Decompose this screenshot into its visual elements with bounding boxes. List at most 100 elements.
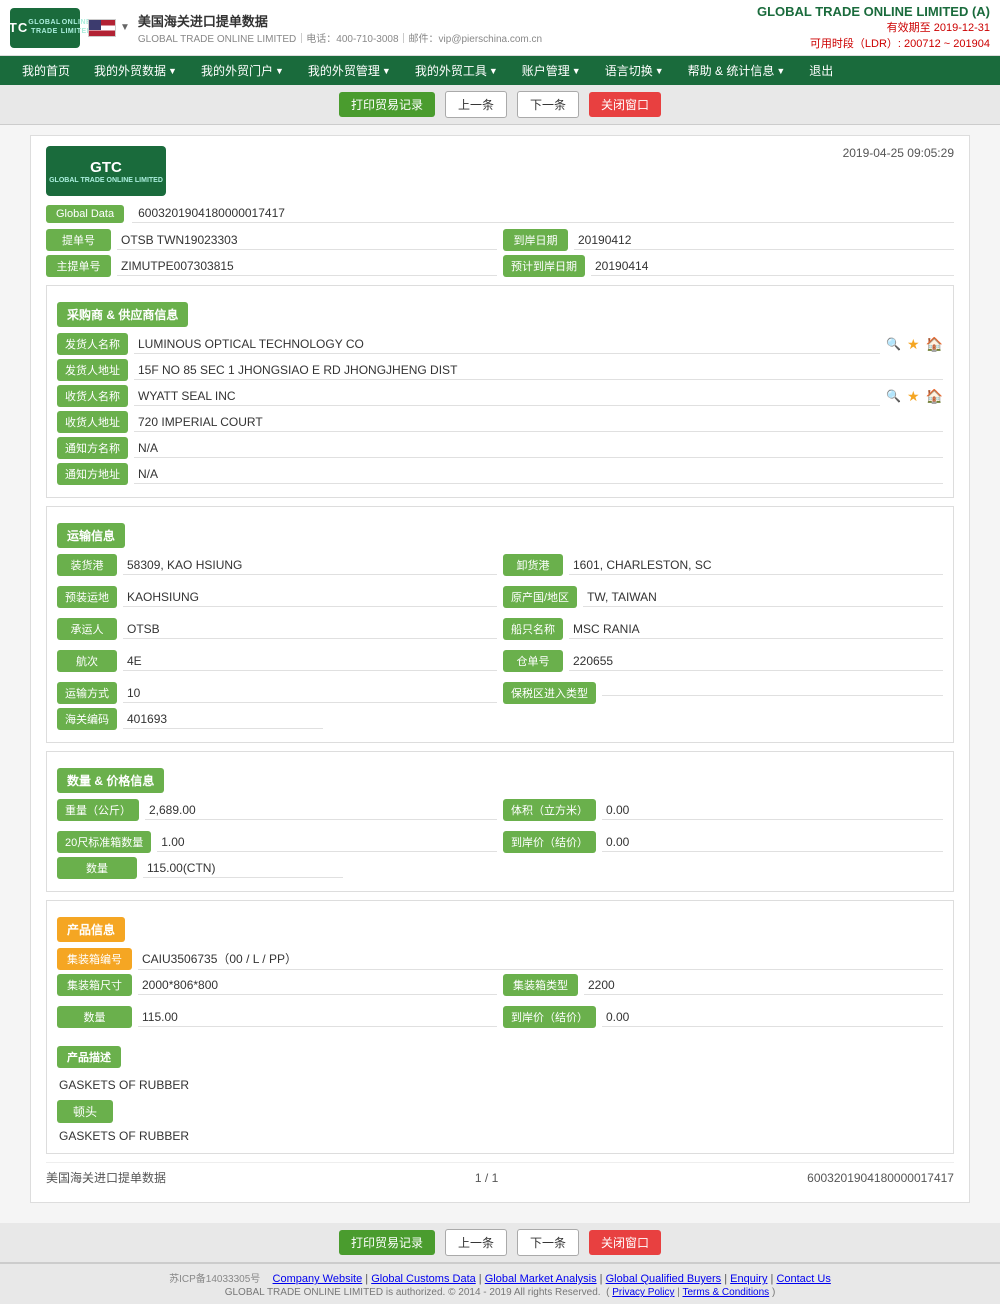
volume-row: 体积（立方米） 0.00 xyxy=(503,799,943,821)
consignee-home-icon[interactable]: 🏠 xyxy=(926,388,943,405)
segment-button[interactable]: 顿头 xyxy=(57,1100,113,1123)
transport-type-label: 运输方式 xyxy=(57,682,117,704)
flag-area: ▼ xyxy=(88,19,130,37)
footer-link-customs[interactable]: Global Customs Data xyxy=(371,1273,476,1285)
pre-loading-row: 预装运地 KAOHSIUNG xyxy=(57,586,497,608)
bonded-value xyxy=(602,691,943,696)
close-button[interactable]: 关闭窗口 xyxy=(589,92,661,117)
footer-link-company[interactable]: Company Website xyxy=(273,1273,363,1285)
card-header: GTC GLOBAL TRADE ONLINE LIMITED 2019-04-… xyxy=(46,146,954,196)
footer-link-enquiry[interactable]: Enquiry xyxy=(730,1273,767,1285)
shipper-home-icon[interactable]: 🏠 xyxy=(926,336,943,353)
arrival-date-label: 到岸日期 xyxy=(503,229,568,251)
bonded-row: 保税区进入类型 xyxy=(503,682,943,704)
bottom-print-button[interactable]: 打印贸易记录 xyxy=(339,1230,435,1255)
prev-button[interactable]: 上一条 xyxy=(445,91,507,118)
weight-value: 2,689.00 xyxy=(145,801,497,820)
subtitle: GLOBAL TRADE ONLINE LIMITED｜电话：400-710-3… xyxy=(138,30,542,45)
doc-footer-source: 美国海关进口提单数据 xyxy=(46,1169,166,1186)
main-content: GTC GLOBAL TRADE ONLINE LIMITED 2019-04-… xyxy=(0,125,1000,1223)
next-button[interactable]: 下一条 xyxy=(517,91,579,118)
shipper-search-icon[interactable]: 🔍 xyxy=(886,337,901,351)
product-quantity-value: 115.00 xyxy=(138,1008,497,1027)
container20-row: 20尺标准箱数量 1.00 xyxy=(57,831,497,853)
footer-link-market[interactable]: Global Market Analysis xyxy=(485,1273,597,1285)
shipper-addr-value: 15F NO 85 SEC 1 JHONGSIAO E RD JHONGJHEN… xyxy=(134,361,943,380)
notify-addr-row: 通知方地址 N/A xyxy=(57,463,943,485)
shipper-name-row: 发货人名称 LUMINOUS OPTICAL TECHNOLOGY CO 🔍 ★… xyxy=(57,333,943,355)
flag-dropdown-arrow[interactable]: ▼ xyxy=(120,22,130,33)
bill-ref-row: 仓单号 220655 xyxy=(503,650,943,672)
nav-foreign-portal[interactable]: 我的外贸门户 ▼ xyxy=(189,56,296,85)
nav-arrow-4: ▼ xyxy=(489,66,498,76)
transport-type-row: 运输方式 10 xyxy=(57,682,497,704)
master-bill-row: 主提单号 ZIMUTPE007303815 预计到岸日期 20190414 xyxy=(46,255,954,277)
footer-link-buyers[interactable]: Global Qualified Buyers xyxy=(606,1273,722,1285)
print-button[interactable]: 打印贸易记录 xyxy=(339,92,435,117)
top-toolbar: 打印贸易记录 上一条 下一条 关闭窗口 xyxy=(0,85,1000,125)
arrival-date-field: 到岸日期 20190412 xyxy=(503,229,954,251)
bottom-close-button[interactable]: 关闭窗口 xyxy=(589,1230,661,1255)
footer-link-contact[interactable]: Contact Us xyxy=(776,1273,830,1285)
transport-section: 运输信息 装货港 58309, KAO HSIUNG 卸货港 1601, CHA… xyxy=(46,506,954,743)
est-arrival-label: 预计到岸日期 xyxy=(503,255,585,277)
loading-port-value: 58309, KAO HSIUNG xyxy=(123,556,497,575)
bottom-prev-button[interactable]: 上一条 xyxy=(445,1229,507,1256)
page-footer: 苏ICP备14033305号 Company Website | Global … xyxy=(0,1263,1000,1304)
nav-trade-data[interactable]: 我的外贸数据 ▼ xyxy=(82,56,189,85)
global-data-label: Global Data xyxy=(46,205,124,223)
nav-account[interactable]: 账户管理 ▼ xyxy=(510,56,593,85)
est-arrival-value: 20190414 xyxy=(591,257,954,276)
nav-arrow-6: ▼ xyxy=(655,66,664,76)
navigation-bar: 我的首页 我的外贸数据 ▼ 我的外贸门户 ▼ 我的外贸管理 ▼ 我的外贸工具 ▼… xyxy=(0,56,1000,85)
footer-privacy-link[interactable]: Privacy Policy xyxy=(612,1287,674,1298)
vessel-value: MSC RANIA xyxy=(569,620,943,639)
weight-row: 重量（公斤） 2,689.00 xyxy=(57,799,497,821)
nav-help[interactable]: 帮助 & 统计信息 ▼ xyxy=(676,56,798,85)
nav-title-area: 美国海关进口提单数据 GLOBAL TRADE ONLINE LIMITED｜电… xyxy=(138,11,542,45)
document-card: GTC GLOBAL TRADE ONLINE LIMITED 2019-04-… xyxy=(30,135,970,1203)
bottom-next-button[interactable]: 下一条 xyxy=(517,1229,579,1256)
nav-arrow-3: ▼ xyxy=(382,66,391,76)
voyage-label: 航次 xyxy=(57,650,117,672)
container-type-row: 集装箱类型 2200 xyxy=(503,974,943,996)
nav-foreign-mgmt[interactable]: 我的外贸管理 ▼ xyxy=(296,56,403,85)
declared-price-label: 到岸价（结价） xyxy=(503,831,596,853)
consignee-addr-value: 720 IMPERIAL COURT xyxy=(134,413,943,432)
consignee-addr-label: 收货人地址 xyxy=(57,411,128,433)
shipper-name-value: LUMINOUS OPTICAL TECHNOLOGY CO xyxy=(134,335,880,354)
brand-name: GLOBAL TRADE ONLINE LIMITED (A) xyxy=(757,4,990,19)
notify-name-row: 通知方名称 N/A xyxy=(57,437,943,459)
notify-addr-label: 通知方地址 xyxy=(57,463,128,485)
ldr-info: 可用时段（LDR）: 200712 ~ 201904 xyxy=(757,35,990,51)
master-bill-value: ZIMUTPE007303815 xyxy=(117,257,497,276)
carrier-row: 承运人 OTSB xyxy=(57,618,497,640)
bill-no-value: OTSB TWN19023303 xyxy=(117,231,497,250)
product-quantity-row: 数量 115.00 xyxy=(57,1006,497,1028)
card-logo: GTC GLOBAL TRADE ONLINE LIMITED xyxy=(46,146,166,196)
pre-loading-value: KAOHSIUNG xyxy=(123,588,497,607)
arrival-date-value: 20190412 xyxy=(574,231,954,250)
product-section: 产品信息 集装箱编号 CAIU3506735（00 / L / PP） 集装箱尺… xyxy=(46,900,954,1154)
carrier-label: 承运人 xyxy=(57,618,117,640)
nav-language[interactable]: 语言切换 ▼ xyxy=(593,56,676,85)
est-arrival-field: 预计到岸日期 20190414 xyxy=(503,255,954,277)
origin-country-value: TW, TAIWAN xyxy=(583,588,943,607)
nav-home[interactable]: 我的首页 xyxy=(10,56,82,85)
master-bill-label: 主提单号 xyxy=(46,255,111,277)
shipper-star-icon[interactable]: ★ xyxy=(907,336,920,353)
bill-ref-value: 220655 xyxy=(569,652,943,671)
consignee-star-icon[interactable]: ★ xyxy=(907,388,920,405)
product-desc-title: 产品描述 xyxy=(57,1046,121,1068)
container-no-value: CAIU3506735（00 / L / PP） xyxy=(138,948,943,970)
icp-number: 苏ICP备14033305号 xyxy=(169,1274,260,1285)
consignee-search-icon[interactable]: 🔍 xyxy=(886,389,901,403)
nav-tools[interactable]: 我的外贸工具 ▼ xyxy=(403,56,510,85)
footer-terms-link[interactable]: Terms & Conditions xyxy=(682,1287,769,1298)
origin-country-label: 原产国/地区 xyxy=(503,586,577,608)
doc-footer: 美国海关进口提单数据 1 / 1 6003201904180000017417 xyxy=(46,1162,954,1192)
notify-name-value: N/A xyxy=(134,439,943,458)
nav-logout[interactable]: 退出 xyxy=(797,56,845,85)
bill-arrival-row: 提单号 OTSB TWN19023303 到岸日期 20190412 xyxy=(46,229,954,251)
origin-country-row: 原产国/地区 TW, TAIWAN xyxy=(503,586,943,608)
